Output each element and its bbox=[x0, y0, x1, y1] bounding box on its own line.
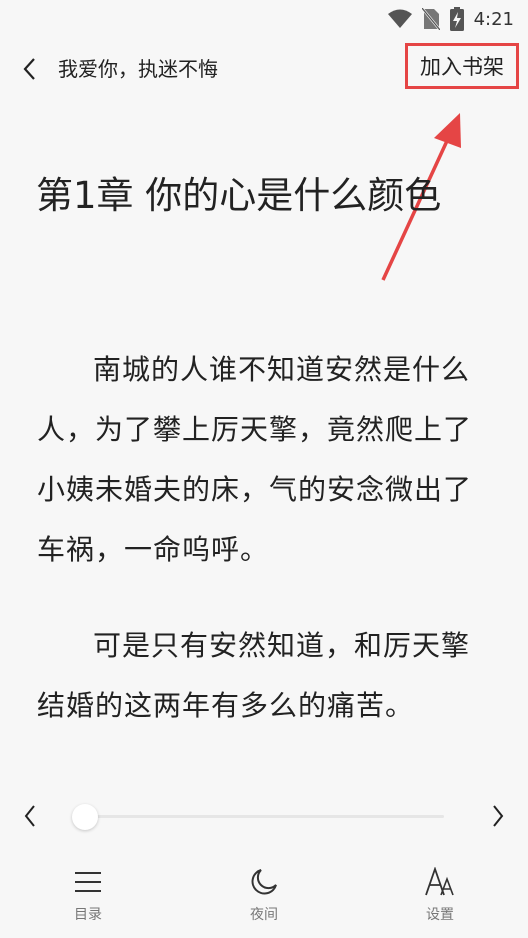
add-to-bookshelf-button[interactable]: 加入书架 bbox=[405, 43, 519, 89]
menu-icon bbox=[74, 862, 102, 902]
nav-item-label: 设置 bbox=[426, 907, 454, 923]
chapter-body: 南城的人谁不知道安然是什么人，为了攀上厉天擎，竟然爬上了小姨未婚夫的床，气的安念… bbox=[37, 340, 495, 770]
wifi-icon bbox=[387, 9, 412, 29]
no-sim-icon bbox=[421, 8, 440, 30]
status-time: 4:21 bbox=[473, 8, 514, 30]
chapter-progress-row bbox=[0, 790, 528, 844]
nav-item-catalog[interactable]: 目录 bbox=[38, 858, 138, 924]
nav-item-night-mode[interactable]: 夜间 bbox=[214, 858, 314, 924]
back-button[interactable] bbox=[14, 54, 44, 84]
paragraph: 可是只有安然知道，和厉天擎结婚的这两年有多么的痛苦。 bbox=[37, 629, 471, 722]
paragraph: 南城的人谁不知道安然是什么人，为了攀上厉天擎，竟然爬上了小姨未婚夫的床，气的安念… bbox=[37, 353, 473, 566]
nav-item-label: 夜间 bbox=[250, 907, 278, 923]
chevron-left-icon bbox=[23, 58, 35, 80]
previous-chapter-button[interactable] bbox=[14, 800, 46, 832]
next-chapter-button[interactable] bbox=[482, 800, 514, 832]
progress-slider-thumb[interactable] bbox=[72, 804, 98, 830]
reading-content: 第1章 你的心是什么颜色 南城的人谁不知道安然是什么人，为了攀上厉天擎，竟然爬上… bbox=[0, 150, 528, 770]
moon-icon bbox=[249, 862, 279, 902]
nav-item-settings[interactable]: 设置 bbox=[390, 858, 490, 924]
font-settings-icon bbox=[424, 862, 456, 902]
chevron-left-icon bbox=[24, 805, 35, 827]
chapter-title: 第1章 你的心是什么颜色 bbox=[36, 174, 442, 217]
book-title: 我爱你，执迷不悔 bbox=[58, 57, 218, 81]
chevron-right-icon bbox=[493, 805, 504, 827]
status-bar: 4:21 bbox=[0, 0, 528, 36]
progress-slider[interactable] bbox=[72, 804, 444, 830]
status-icons: 4:21 bbox=[387, 7, 514, 31]
bottom-nav: 目录 夜间 设置 bbox=[0, 858, 528, 938]
battery-charging-icon bbox=[449, 7, 464, 31]
nav-item-label: 目录 bbox=[74, 907, 102, 923]
